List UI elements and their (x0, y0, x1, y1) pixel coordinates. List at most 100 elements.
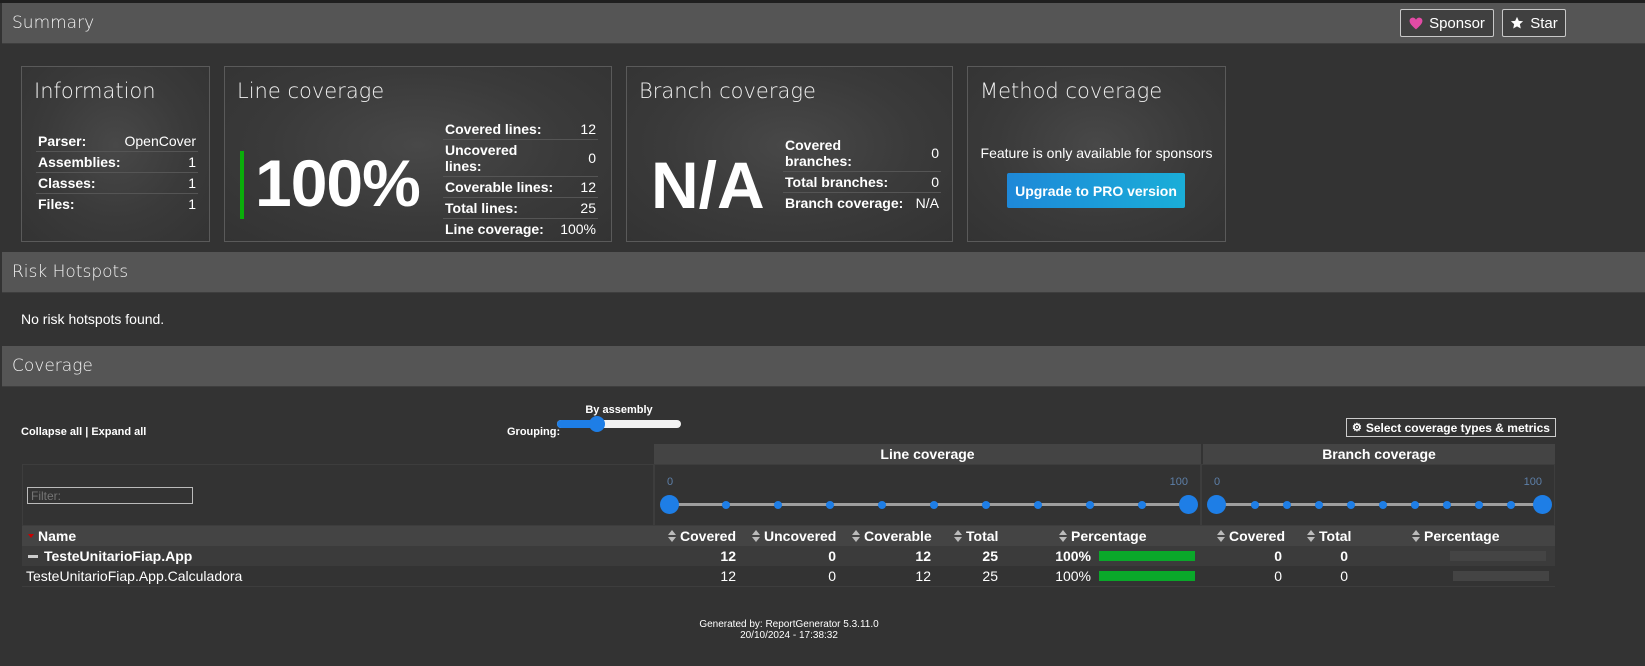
table-row[interactable]: TesteUnitarioFiap.App 12 0 12 25 100% 0 … (22, 546, 1555, 566)
column-covered[interactable]: Covered (668, 526, 736, 546)
row-name[interactable]: TesteUnitarioFiap.App.Calculadora (26, 566, 242, 586)
branch-range-tick (1507, 501, 1515, 509)
branch-range-tick (1315, 501, 1323, 509)
row-branch-covered: 0 (1274, 568, 1282, 584)
line-row-coverage: Line coverage: 100% (445, 221, 596, 237)
row-total: 25 (982, 548, 998, 564)
generated-by: Generated by: ReportGenerator 5.3.11.0 (699, 619, 879, 630)
line-range-min-handle[interactable] (660, 495, 679, 514)
expand-all-link[interactable]: Expand all (91, 426, 146, 438)
grouping-slider[interactable] (557, 416, 681, 432)
star-label: Star (1530, 14, 1558, 32)
row-coverable: 12 (915, 548, 931, 564)
column-branch-total[interactable]: Total (1307, 526, 1351, 546)
collapse-all-link[interactable]: Collapse all (21, 426, 82, 438)
select-coverage-types-label: Select coverage types & metrics (1365, 420, 1550, 435)
branch-range-tick (1347, 501, 1355, 509)
collapse-minus-icon[interactable] (28, 555, 38, 558)
line-coverage-card: Line coverage 100% Covered lines: 12 Unco… (224, 66, 612, 242)
information-card: Information Parser: OpenCover Assemblies:… (21, 66, 210, 242)
line-row-total: Total lines: 25 (443, 197, 598, 219)
branch-range-tick (1251, 501, 1259, 509)
star-icon (1511, 16, 1524, 29)
sort-icon (752, 530, 760, 542)
row-coverable: 12 (915, 568, 931, 584)
column-branch-covered[interactable]: Covered (1217, 526, 1285, 546)
info-row-assemblies: Assemblies: 1 (36, 151, 199, 173)
coverage-header: Coverage (2, 346, 1645, 387)
coverage-bar-track (1099, 551, 1195, 561)
column-percentage[interactable]: Percentage (1059, 526, 1146, 546)
grouping-slider-thumb[interactable] (589, 416, 606, 432)
information-title: Information (34, 79, 156, 103)
line-coverage-range-filter: 0 100 (654, 464, 1201, 526)
row-branch-total: 0 (1340, 548, 1348, 564)
column-total[interactable]: Total (954, 526, 998, 546)
grouping-value: By assembly (585, 404, 653, 416)
line-range-min: 0 (667, 476, 674, 488)
line-range-tick (826, 501, 834, 509)
row-uncovered: 0 (828, 568, 836, 584)
branch-row-covered: Covered branches: 0 (783, 135, 941, 172)
branch-range-max-handle[interactable] (1533, 495, 1552, 514)
branch-range-min: 0 (1214, 476, 1221, 488)
sort-icon (852, 530, 860, 542)
sort-icon (1307, 530, 1315, 542)
generated-date: 20/10/2024 - 17:38:32 (740, 630, 838, 641)
info-row-classes: Classes: 1 (36, 172, 199, 194)
branch-coverage-big-value: N/A (651, 148, 765, 222)
branch-range-min-handle[interactable] (1207, 495, 1226, 514)
risk-hotspots-header: Risk Hotspots (2, 252, 1645, 293)
row-covered: 12 (720, 548, 736, 564)
line-range-max-handle[interactable] (1179, 495, 1198, 514)
summary-title: Summary (12, 13, 95, 33)
sponsor-button[interactable]: Sponsor (1400, 9, 1494, 37)
grouping-label: Grouping: (507, 426, 561, 438)
branch-row-coverage: Branch coverage: N/A (785, 195, 939, 211)
line-coverage-table: Covered lines: 12 Uncovered lines: 0 Cover… (443, 119, 598, 239)
upgrade-pro-button[interactable]: Upgrade to PRO version (1007, 173, 1185, 208)
information-table: Parser: OpenCover Assemblies: 1 Classes: 1 … (36, 131, 199, 214)
row-percentage: 100% (1055, 568, 1091, 584)
branch-range-max: 100 (1523, 476, 1542, 488)
coverage-bar-fill (1099, 571, 1195, 581)
row-uncovered: 0 (828, 548, 836, 564)
column-coverable[interactable]: Coverable (852, 526, 932, 546)
row-percentage: 100% (1055, 548, 1091, 564)
risk-hotspots-title: Risk Hotspots (12, 262, 129, 282)
line-range-tick (1034, 501, 1042, 509)
line-coverage-accent-bar (240, 151, 244, 219)
branch-coverage-table: Covered branches: 0 Total branches: 0 Bran… (783, 135, 941, 213)
method-coverage-title: Method coverage (980, 79, 1163, 103)
filter-input[interactable] (27, 487, 193, 504)
branch-range-tick (1379, 501, 1387, 509)
coverage-bar-track (1099, 571, 1195, 581)
row-name[interactable]: TesteUnitarioFiap.App (44, 546, 192, 566)
branch-bar-track (1453, 571, 1549, 581)
row-branch-total: 0 (1340, 568, 1348, 584)
column-branch-percentage[interactable]: Percentage (1412, 526, 1499, 546)
select-coverage-types-button[interactable]: ⚙ Select coverage types & metrics (1346, 418, 1556, 437)
line-range-tick (722, 501, 730, 509)
sort-icon (1217, 530, 1225, 542)
row-covered: 12 (720, 568, 736, 584)
line-coverage-title: Line coverage (237, 79, 385, 103)
heart-icon (1409, 17, 1423, 29)
info-row-parser: Parser: OpenCover (36, 131, 199, 152)
sort-icon (668, 530, 676, 542)
line-coverage-group-header: Line coverage (654, 444, 1203, 464)
column-uncovered[interactable]: Uncovered (752, 526, 836, 546)
branch-coverage-title: Branch coverage (639, 79, 816, 103)
star-button[interactable]: Star (1502, 9, 1566, 37)
column-name[interactable]: Name (22, 526, 76, 546)
line-range-track (669, 503, 1188, 506)
sponsor-label: Sponsor (1429, 14, 1485, 32)
table-row[interactable]: TesteUnitarioFiap.App.Calculadora 12 0 1… (22, 566, 1555, 587)
line-range-tick (930, 501, 938, 509)
branch-range-tick (1283, 501, 1291, 509)
branch-coverage-card: Branch coverage N/A Covered branches: 0 T… (626, 66, 953, 242)
line-row-covered: Covered lines: 12 (443, 119, 598, 140)
branch-bar-track (1450, 551, 1546, 561)
line-row-uncovered: Uncovered lines: 0 (443, 139, 598, 177)
row-branch-covered: 0 (1274, 548, 1282, 564)
